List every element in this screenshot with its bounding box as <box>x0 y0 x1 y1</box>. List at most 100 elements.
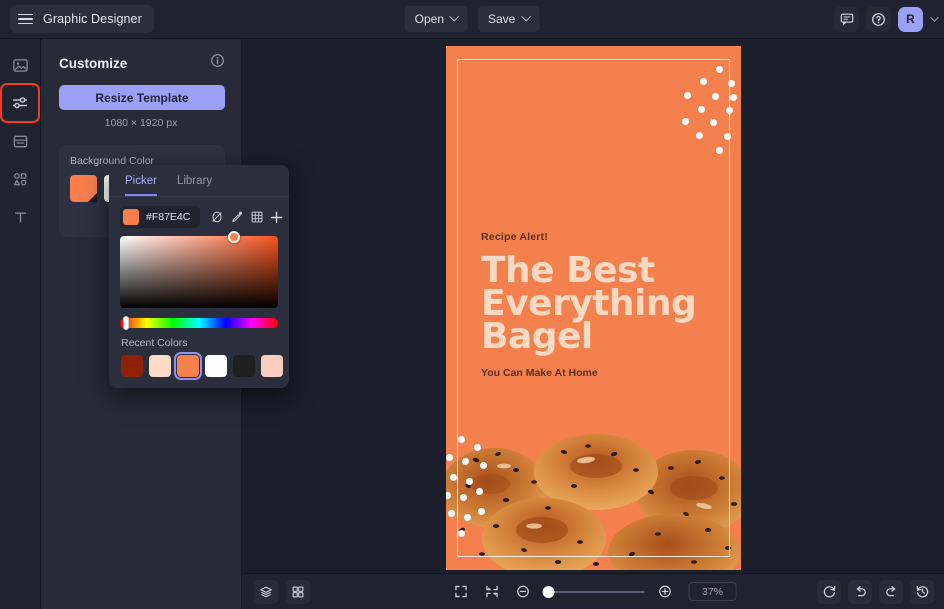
picker-tabs: Picker Library <box>109 165 289 197</box>
collapse-button[interactable] <box>481 581 503 603</box>
bottom-bar-left <box>254 579 310 604</box>
recent-color-0[interactable] <box>121 355 143 377</box>
hue-slider-handle[interactable] <box>123 316 129 330</box>
sliders-icon <box>13 97 27 109</box>
artboard-text-group[interactable]: Recipe Alert! The Best Everything Bagel … <box>481 231 721 379</box>
zoom-in-button[interactable] <box>654 581 676 603</box>
layout-icon <box>13 135 27 147</box>
info-icon <box>211 54 224 67</box>
resize-template-button[interactable]: Resize Template <box>59 85 225 110</box>
top-bar-right: R <box>834 6 939 32</box>
history-button[interactable] <box>910 579 934 604</box>
layers-icon <box>260 586 272 597</box>
chevron-down-icon <box>520 11 531 22</box>
panel-header: Customize <box>41 39 241 73</box>
zoom-slider-track <box>542 590 645 593</box>
grid-view-button[interactable] <box>286 579 310 604</box>
rail-item-text[interactable] <box>4 201 36 233</box>
help-circle-icon <box>872 12 885 26</box>
zoom-value[interactable]: 37% <box>688 582 737 601</box>
save-button[interactable]: Save <box>478 6 540 32</box>
no-color-icon <box>212 211 222 223</box>
layers-button[interactable] <box>254 579 278 604</box>
rail-item-customize[interactable] <box>0 83 40 123</box>
redo-button[interactable] <box>879 579 903 604</box>
recent-color-3[interactable] <box>205 355 227 377</box>
recent-color-2[interactable] <box>174 352 202 380</box>
fit-screen-button[interactable] <box>450 581 472 603</box>
artboard-subline: You Can Make At Home <box>481 367 598 380</box>
comment-icon <box>840 13 853 25</box>
top-bar: Graphic Designer Open Save R <box>0 0 944 39</box>
panel-title: Customize <box>59 55 128 71</box>
tab-picker[interactable]: Picker <box>125 175 157 196</box>
color-picker-popup: Picker Library #F87E4C Recent Colors <box>109 165 289 388</box>
recent-colors-list <box>121 352 289 380</box>
current-color-swatch <box>123 209 139 225</box>
decorative-dots-bottom-left <box>446 436 499 541</box>
hamburger-icon[interactable] <box>18 13 33 25</box>
zoom-slider-handle[interactable] <box>542 585 555 598</box>
zoom-in-icon <box>658 585 671 598</box>
fit-screen-icon <box>454 585 467 598</box>
saturation-value-area[interactable] <box>120 231 278 308</box>
zoom-slider[interactable] <box>542 585 645 599</box>
image-icon <box>12 58 28 72</box>
avatar-initial: R <box>906 12 915 26</box>
app-menu-button[interactable]: Graphic Designer <box>10 5 154 33</box>
rail-item-media[interactable] <box>4 49 36 81</box>
open-label: Open <box>414 12 444 26</box>
no-color-button[interactable] <box>209 210 224 225</box>
help-button[interactable] <box>866 6 891 32</box>
hue-slider[interactable] <box>120 316 278 330</box>
redo-icon <box>885 585 895 597</box>
zoom-out-button[interactable] <box>512 581 534 603</box>
hex-value: #F87E4C <box>146 211 191 223</box>
file-actions: Open Save <box>404 6 540 32</box>
zoom-out-icon <box>516 585 529 598</box>
saturation-value-handle[interactable] <box>228 231 240 243</box>
add-color-button[interactable] <box>269 210 284 225</box>
open-button[interactable]: Open <box>404 6 468 32</box>
app-title: Graphic Designer <box>43 12 142 26</box>
app-root: Graphic Designer Open Save R Customize R… <box>0 0 944 609</box>
account-chevron-down-icon[interactable] <box>930 13 939 22</box>
artboard[interactable]: Recipe Alert! The Best Everything Bagel … <box>446 46 741 570</box>
shapes-icon <box>13 172 26 185</box>
bg-swatch-orange[interactable] <box>70 175 97 202</box>
tab-library[interactable]: Library <box>177 175 212 196</box>
artboard-kicker: Recipe Alert! <box>481 231 548 243</box>
recent-color-5[interactable] <box>261 355 283 377</box>
hex-input[interactable]: #F87E4C <box>120 206 201 228</box>
headline-line-3: Bagel <box>481 316 593 358</box>
rail-item-shapes[interactable] <box>4 163 36 195</box>
artboard-headline: The Best Everything Bagel <box>481 252 721 358</box>
decorative-dots-top-right <box>678 66 737 161</box>
tool-rail <box>0 39 41 609</box>
palette-grid-button[interactable] <box>249 210 264 225</box>
comment-button[interactable] <box>834 6 859 32</box>
recent-color-1[interactable] <box>149 355 171 377</box>
hex-row: #F87E4C <box>109 197 289 228</box>
resize-template-label: Resize Template <box>95 90 189 105</box>
eyedropper-icon <box>232 211 242 223</box>
reset-button[interactable] <box>817 579 841 604</box>
panel-info-button[interactable] <box>210 53 225 73</box>
bottom-bar: 37% <box>242 573 944 609</box>
recent-color-4[interactable] <box>233 355 255 377</box>
refresh-icon <box>823 586 835 598</box>
undo-button[interactable] <box>848 579 872 604</box>
grid-view-icon <box>292 586 304 597</box>
recent-colors-label: Recent Colors <box>121 337 188 349</box>
collapse-icon <box>485 585 498 598</box>
eyedropper-button[interactable] <box>229 210 244 225</box>
template-dimensions: 1080 × 1920 px <box>104 117 178 129</box>
canvas-stage[interactable]: Recipe Alert! The Best Everything Bagel … <box>242 39 944 573</box>
history-icon <box>916 586 928 598</box>
rail-item-layout[interactable] <box>4 125 36 157</box>
text-icon <box>14 212 26 222</box>
save-label: Save <box>488 12 516 26</box>
avatar[interactable]: R <box>898 6 923 32</box>
picker-tools <box>209 210 284 225</box>
chevron-down-icon <box>449 11 460 22</box>
